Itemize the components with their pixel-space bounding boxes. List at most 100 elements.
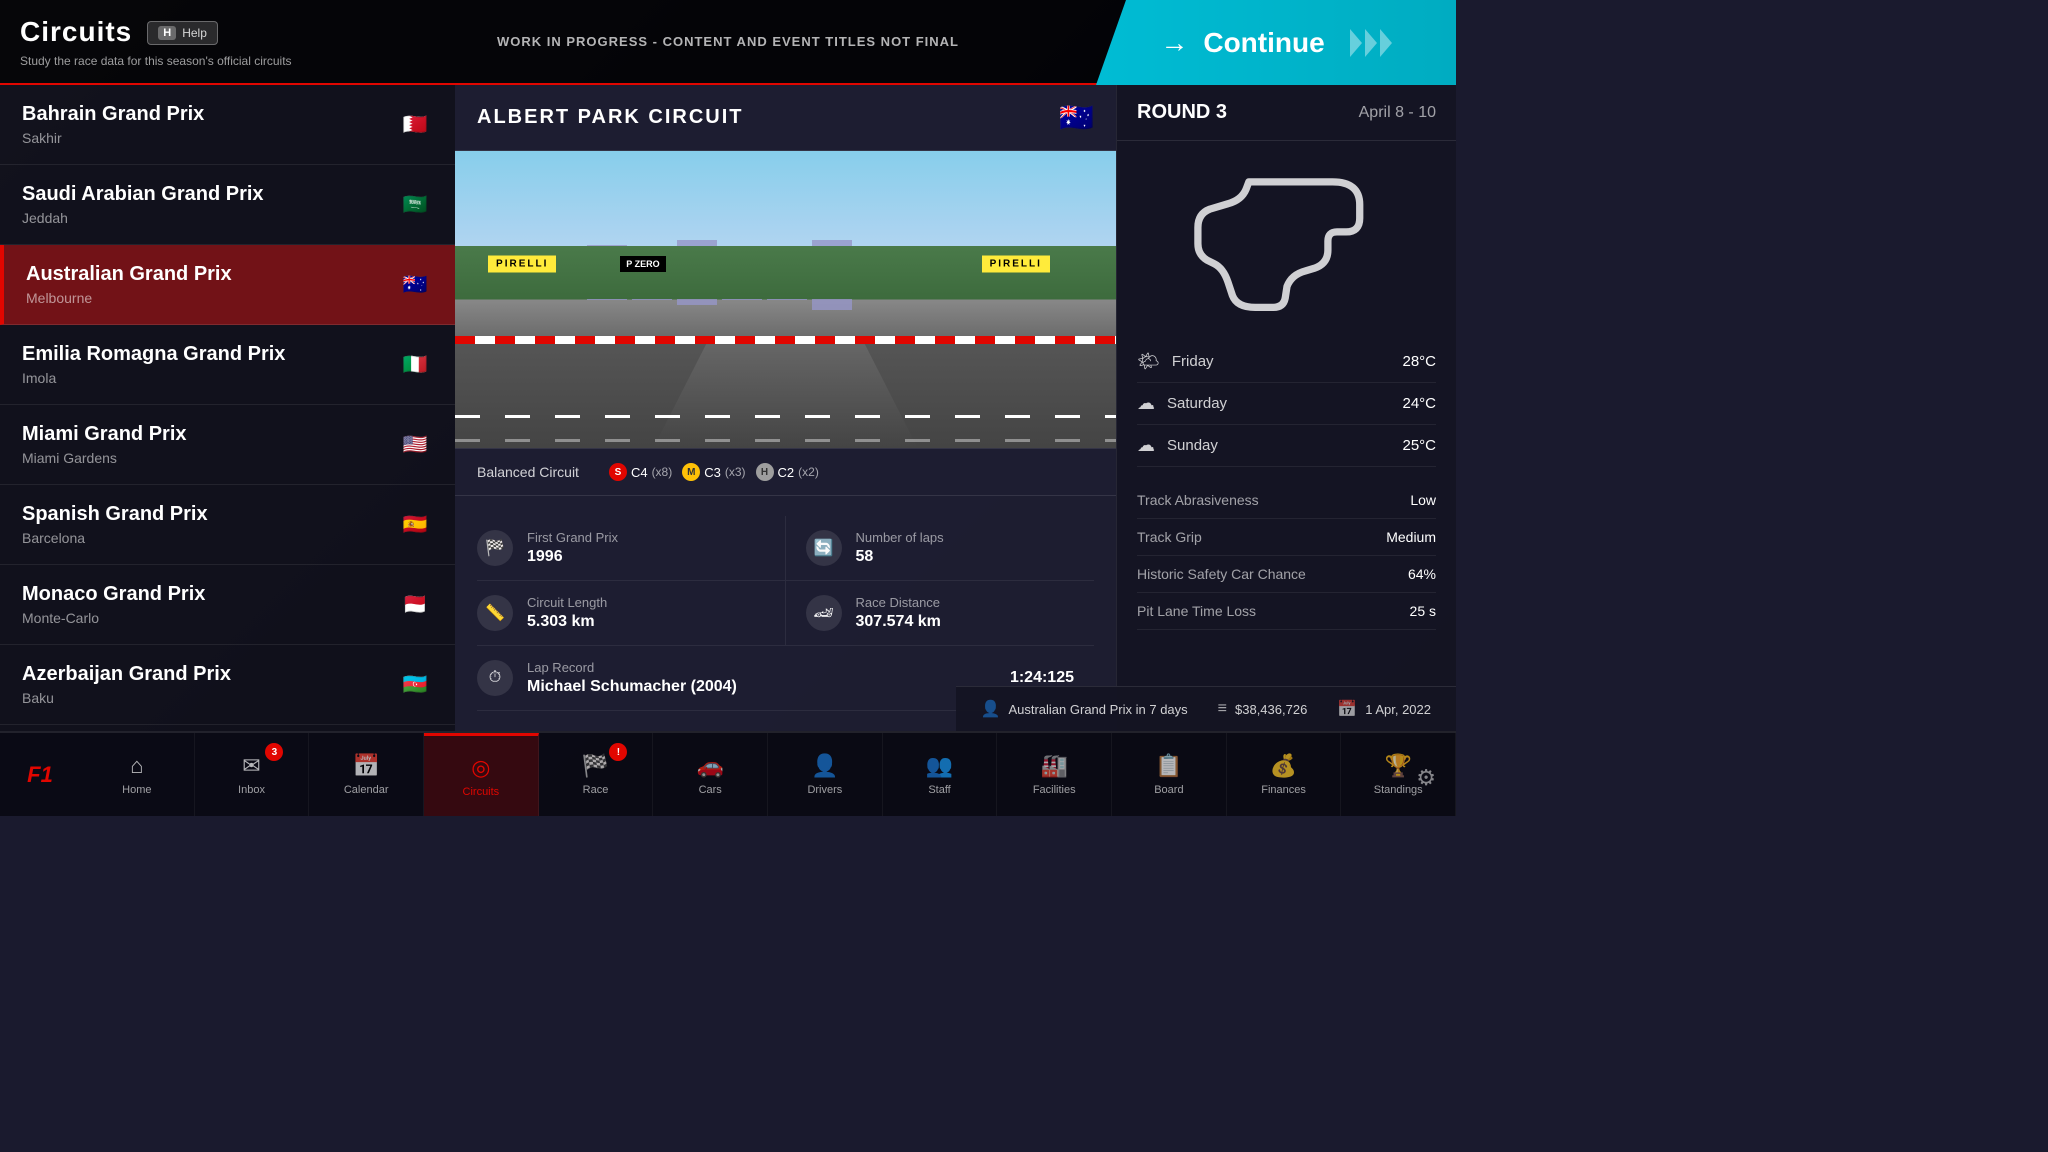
tire-soft-label: C4 (631, 465, 648, 480)
circuit-item-saudi[interactable]: Saudi Arabian Grand Prix Jeddah 🇸🇦 (0, 165, 455, 245)
saturday-temp: 24°C (1402, 395, 1436, 412)
circuit-flag-saudi: 🇸🇦 (397, 193, 433, 217)
help-label: Help (182, 26, 207, 40)
nav-standings[interactable]: 🏆 Standings (1341, 733, 1456, 816)
circuit-item-bahrain[interactable]: Bahrain Grand Prix Sakhir 🇧🇭 (0, 85, 455, 165)
circuit-item-saudi-info: Saudi Arabian Grand Prix Jeddah (22, 183, 264, 226)
circuit-city-emilia: Imola (22, 370, 285, 386)
nav-inbox[interactable]: ✉ Inbox 3 (195, 733, 310, 816)
nav-calendar[interactable]: 📅 Calendar (309, 733, 424, 816)
saturday-label: Saturday (1167, 395, 1227, 412)
nav-facilities[interactable]: 🏭 Facilities (997, 733, 1112, 816)
barriers (455, 336, 1116, 344)
tire-compounds: S C4 (x8) M C3 (x3) H C2 (x2) (609, 463, 819, 481)
calendar-label: Calendar (344, 784, 389, 796)
saturday-weather-icon: ☁ (1137, 393, 1155, 414)
round-dates: April 8 - 10 (1359, 104, 1436, 122)
circuit-item-emilia[interactable]: Emilia Romagna Grand Prix Imola 🇮🇹 (0, 325, 455, 405)
circuit-name-emilia: Emilia Romagna Grand Prix (22, 343, 285, 366)
circuit-detail-panel: ALBERT PARK CIRCUIT 🇦🇺 (455, 85, 1456, 731)
nav-board[interactable]: 📋 Board (1112, 733, 1227, 816)
continue-button[interactable]: → Continue (1096, 0, 1456, 85)
date-value: 1 Apr, 2022 (1365, 702, 1431, 717)
nav-race[interactable]: 🏁 Race ! (539, 733, 654, 816)
sunday-weather-icon: ☁ (1137, 435, 1155, 456)
track-prop-abrasiveness: Track Abrasiveness Low (1137, 482, 1436, 519)
weather-friday-day: 🌤 Friday (1137, 351, 1214, 372)
tire-hard-label: C2 (778, 465, 795, 480)
status-date: 📅 1 Apr, 2022 (1337, 699, 1431, 719)
stat-lap-record-time: 1:24:125 (1010, 669, 1074, 686)
continue-label: Continue (1203, 27, 1324, 59)
bottom-nav: F1 ⌂ Home ✉ Inbox 3 📅 Calendar ◎ Circuit… (0, 731, 1456, 816)
tire-soft: S C4 (x8) (609, 463, 672, 481)
stat-lap-record-icon: ⏱ (477, 660, 513, 696)
circuit-item-azerbaijan[interactable]: Azerbaijan Grand Prix Baku 🇦🇿 (0, 645, 455, 725)
track-prop-pit-loss: Pit Lane Time Loss 25 s (1137, 593, 1436, 630)
finances-label: Finances (1261, 784, 1306, 796)
nav-cars[interactable]: 🚗 Cars (653, 733, 768, 816)
tire-hard: H C2 (x2) (756, 463, 819, 481)
staff-label: Staff (928, 784, 950, 796)
circuit-flag-australia: 🇦🇺 (397, 273, 433, 297)
circuit-city-monaco: Monte-Carlo (22, 610, 205, 626)
nav-staff[interactable]: 👥 Staff (883, 733, 998, 816)
circuit-city-azerbaijan: Baku (22, 690, 231, 706)
track-scene: PIRELLI P ZERO PIRELLI (455, 151, 1116, 448)
inbox-icon: ✉ (242, 753, 260, 779)
track-map (1117, 141, 1456, 341)
tire-soft-dot: S (609, 463, 627, 481)
road-center (653, 344, 917, 448)
cars-icon: 🚗 (696, 753, 723, 779)
stat-laps-content: Number of laps 58 (856, 530, 944, 566)
circuit-name-saudi: Saudi Arabian Grand Prix (22, 183, 264, 206)
tire-soft-count: (x8) (652, 465, 673, 479)
safety-car-label: Historic Safety Car Chance (1137, 566, 1306, 582)
nav-home[interactable]: ⌂ Home (80, 733, 195, 816)
f1-logo: F1 (0, 762, 80, 788)
circuit-item-azerbaijan-info: Azerbaijan Grand Prix Baku (22, 663, 231, 706)
circuits-nav-label: Circuits (463, 786, 500, 798)
round-header: ROUND 3 April 8 - 10 (1117, 85, 1456, 141)
race-badge: ! (609, 743, 627, 761)
status-next-race: 👤 Australian Grand Prix in 7 days (981, 699, 1188, 719)
circuit-item-miami[interactable]: Miami Grand Prix Miami Gardens 🇺🇸 (0, 405, 455, 485)
stat-laps-icon: 🔄 (806, 530, 842, 566)
nav-circuits[interactable]: ◎ Circuits (424, 733, 539, 816)
pirelli-sign-left: PIRELLI (488, 255, 556, 272)
stat-first-gp: 🏁 First Grand Prix 1996 (477, 516, 786, 581)
circuit-name-australia: Australian Grand Prix (26, 263, 232, 286)
nav-drivers[interactable]: 👤 Drivers (768, 733, 883, 816)
nav-finances[interactable]: 💰 Finances (1227, 733, 1342, 816)
tire-medium-dot: M (682, 463, 700, 481)
stat-lap-record-label: Lap Record (527, 660, 737, 675)
help-key: H (158, 26, 176, 40)
continue-arrow-icon: → (1160, 27, 1188, 59)
page-title: Circuits (20, 16, 132, 48)
circuit-item-miami-info: Miami Grand Prix Miami Gardens (22, 423, 187, 466)
circuit-item-monaco[interactable]: Monaco Grand Prix Monte-Carlo 🇲🇨 (0, 565, 455, 645)
circuit-city-australia: Melbourne (26, 290, 232, 306)
settings-icon[interactable]: ⚙ (1416, 765, 1436, 791)
circuit-flag-bahrain: 🇧🇭 (397, 113, 433, 137)
finances-icon: 💰 (1270, 753, 1297, 779)
tire-medium: M C3 (x3) (682, 463, 745, 481)
circuit-item-emilia-info: Emilia Romagna Grand Prix Imola (22, 343, 285, 386)
circuit-item-spanish-info: Spanish Grand Prix Barcelona (22, 503, 208, 546)
circuit-item-australia[interactable]: Australian Grand Prix Melbourne 🇦🇺 (0, 245, 455, 325)
tire-hard-count: (x2) (798, 465, 819, 479)
circuit-list: Bahrain Grand Prix Sakhir 🇧🇭 Saudi Arabi… (0, 85, 455, 731)
circuit-type-label: Balanced Circuit (477, 464, 579, 480)
grip-value: Medium (1386, 529, 1436, 545)
stat-first-gp-label: First Grand Prix (527, 530, 618, 545)
grip-label: Track Grip (1137, 529, 1202, 545)
help-button[interactable]: H Help (147, 21, 218, 45)
tire-medium-count: (x3) (725, 465, 746, 479)
circuit-flag-azerbaijan: 🇦🇿 (397, 673, 433, 697)
stat-laps: 🔄 Number of laps 58 (786, 516, 1095, 581)
weather-sunday-day: ☁ Sunday (1137, 435, 1218, 456)
circuit-name-miami: Miami Grand Prix (22, 423, 187, 446)
circuit-city-miami: Miami Gardens (22, 450, 187, 466)
stat-distance-icon: 🏎 (806, 595, 842, 631)
circuit-item-spanish[interactable]: Spanish Grand Prix Barcelona 🇪🇸 (0, 485, 455, 565)
